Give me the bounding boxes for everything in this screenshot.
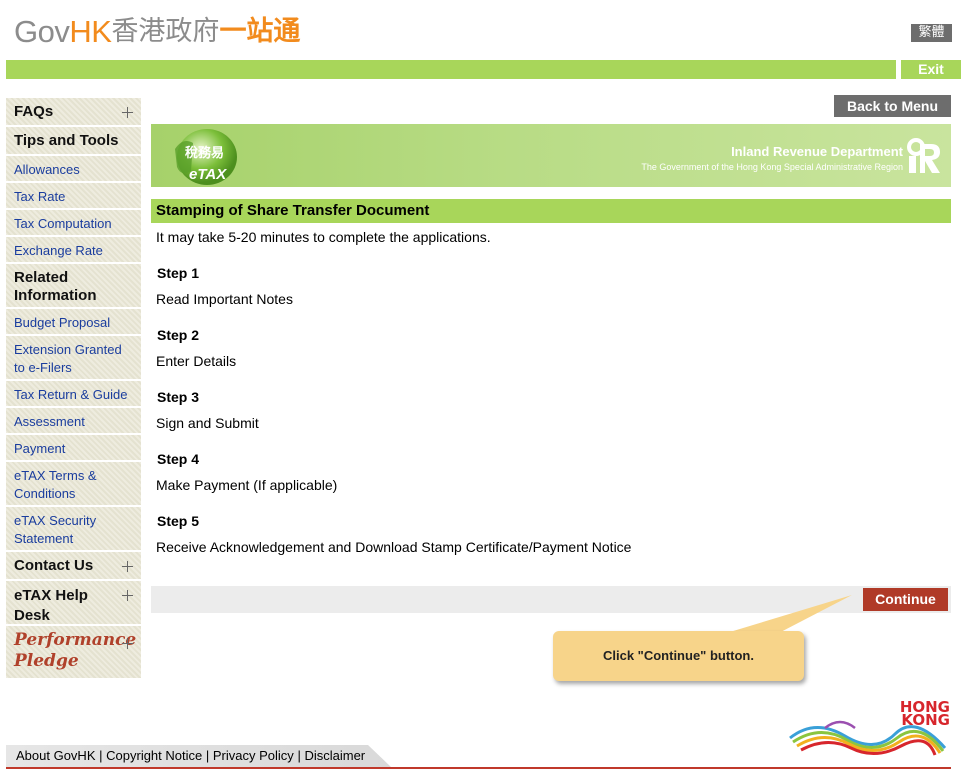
sidebar-item-tax-rate[interactable]: Tax Rate — [6, 183, 141, 210]
logo-cn-gray-text: 香港政府 — [111, 16, 220, 47]
footer-links: About GovHK | Copyright Notice | Privacy… — [6, 745, 391, 767]
ird-logo-icon — [907, 138, 940, 173]
step-3-text: Sign and Submit — [156, 415, 259, 431]
sidebar-item-performance-pledge[interactable]: Performance Pledge — [6, 626, 141, 680]
expand-plus-icon — [122, 590, 133, 601]
step-4-text: Make Payment (If applicable) — [156, 477, 338, 493]
sidebar-heading-tips: Tips and Tools — [6, 127, 141, 156]
ird-department-name: Inland Revenue Department — [731, 144, 903, 159]
sidebar-item-help-desk[interactable]: eTAX Help Desk — [6, 581, 141, 626]
step-2-text: Enter Details — [156, 353, 237, 369]
sidebar-item-etax-terms[interactable]: eTAX Terms & Conditions — [6, 462, 141, 507]
sidebar-heading-label: Related Information — [14, 269, 97, 304]
sidebar-item-label: Extension Granted to e-Filers — [14, 342, 122, 375]
sidebar-item-label: Tax Return & Guide — [14, 387, 128, 402]
step-1-text: Read Important Notes — [156, 291, 293, 307]
step-1-label: Step 1 — [157, 265, 200, 281]
sidebar-item-extension[interactable]: Extension Granted to e-Filers — [6, 336, 141, 381]
logo-hk-text: HK — [69, 14, 112, 49]
step-4-label: Step 4 — [157, 451, 200, 467]
pledge-line-2: Pledge — [14, 651, 79, 671]
govhk-logo[interactable]: Gov HK 香港政府 一站通 — [14, 14, 300, 50]
expand-plus-icon — [122, 560, 133, 572]
logo-gov-text: Gov — [14, 14, 70, 49]
sidebar-item-faqs[interactable]: FAQs — [6, 98, 141, 127]
language-button[interactable]: 繁體 — [911, 24, 952, 42]
sidebar-item-label: Allowances — [14, 162, 80, 177]
sidebar-item-label: Assessment — [14, 414, 85, 429]
sidebar-heading-related: Related Information — [6, 264, 141, 309]
sidebar-item-label: Contact Us — [14, 557, 94, 574]
sidebar-item-label: FAQs — [14, 103, 54, 120]
sidebar-item-payment[interactable]: Payment — [6, 435, 141, 462]
logo-cn-orange-text: 一站通 — [219, 16, 301, 47]
step-2-label: Step 2 — [157, 327, 200, 343]
page-title: Stamping of Share Transfer Document — [151, 199, 951, 223]
etax-logo-icon: 稅務易 eTAX — [175, 129, 237, 185]
sidebar-item-label: Tax Rate — [14, 189, 66, 204]
continue-button[interactable]: Continue — [863, 588, 948, 611]
intro-text: It may take 5-20 minutes to complete the… — [156, 229, 491, 245]
brand-kong-text: KONG — [901, 711, 950, 729]
expand-plus-icon — [122, 638, 133, 649]
sidebar-item-label: eTAX Security Statement — [14, 513, 97, 546]
sidebar-item-label: Budget Proposal — [14, 315, 111, 330]
sidebar: FAQs Tips and Tools Allowances Tax Rate … — [6, 98, 141, 680]
etax-cn-text: 稅務易 — [185, 145, 224, 161]
footer-divider — [6, 767, 951, 769]
sidebar-item-label: Exchange Rate — [14, 243, 103, 258]
sidebar-item-tax-return-guide[interactable]: Tax Return & Guide — [6, 381, 141, 408]
instruction-callout: Click "Continue" button. — [553, 631, 804, 681]
sidebar-item-contact-us[interactable]: Contact Us — [6, 552, 141, 581]
footer-separator: | — [205, 748, 210, 763]
step-3-label: Step 3 — [157, 389, 200, 405]
sidebar-item-label: Payment — [14, 441, 66, 456]
exit-button[interactable]: Exit — [901, 60, 961, 79]
etax-banner: 稅務易 eTAX Inland Revenue Department The G… — [151, 124, 951, 187]
sidebar-item-label: eTAX Help Desk — [14, 587, 88, 624]
sidebar-item-tax-computation[interactable]: Tax Computation — [6, 210, 141, 237]
sidebar-item-label: eTAX Terms & Conditions — [14, 468, 97, 501]
back-to-menu-button[interactable]: Back to Menu — [834, 95, 951, 117]
footer-separator: | — [297, 748, 301, 763]
pledge-line-1: Performance — [14, 630, 137, 650]
step-5-label: Step 5 — [157, 513, 200, 529]
sidebar-item-etax-security[interactable]: eTAX Security Statement — [6, 507, 141, 552]
header-green-bar — [6, 60, 896, 79]
sidebar-item-allowances[interactable]: Allowances — [6, 156, 141, 183]
ird-government-name: The Government of the Hong Kong Special … — [641, 162, 903, 172]
etax-en-text: eTAX — [189, 166, 227, 183]
step-5-text: Receive Acknowledgement and Download Sta… — [156, 539, 632, 555]
footer-link-privacy[interactable]: Privacy Policy — [213, 748, 294, 763]
sidebar-item-label: Tax Computation — [14, 216, 112, 231]
footer-link-disclaimer[interactable]: Disclaimer — [304, 748, 365, 763]
expand-plus-icon — [122, 106, 133, 118]
footer-link-about[interactable]: About GovHK — [16, 748, 96, 763]
sidebar-item-exchange-rate[interactable]: Exchange Rate — [6, 237, 141, 264]
footer-link-copyright[interactable]: Copyright Notice — [106, 748, 202, 763]
footer-separator: | — [99, 748, 103, 763]
sidebar-item-budget-proposal[interactable]: Budget Proposal — [6, 309, 141, 336]
sidebar-heading-label: Tips and Tools — [14, 132, 119, 149]
sidebar-item-assessment[interactable]: Assessment — [6, 408, 141, 435]
